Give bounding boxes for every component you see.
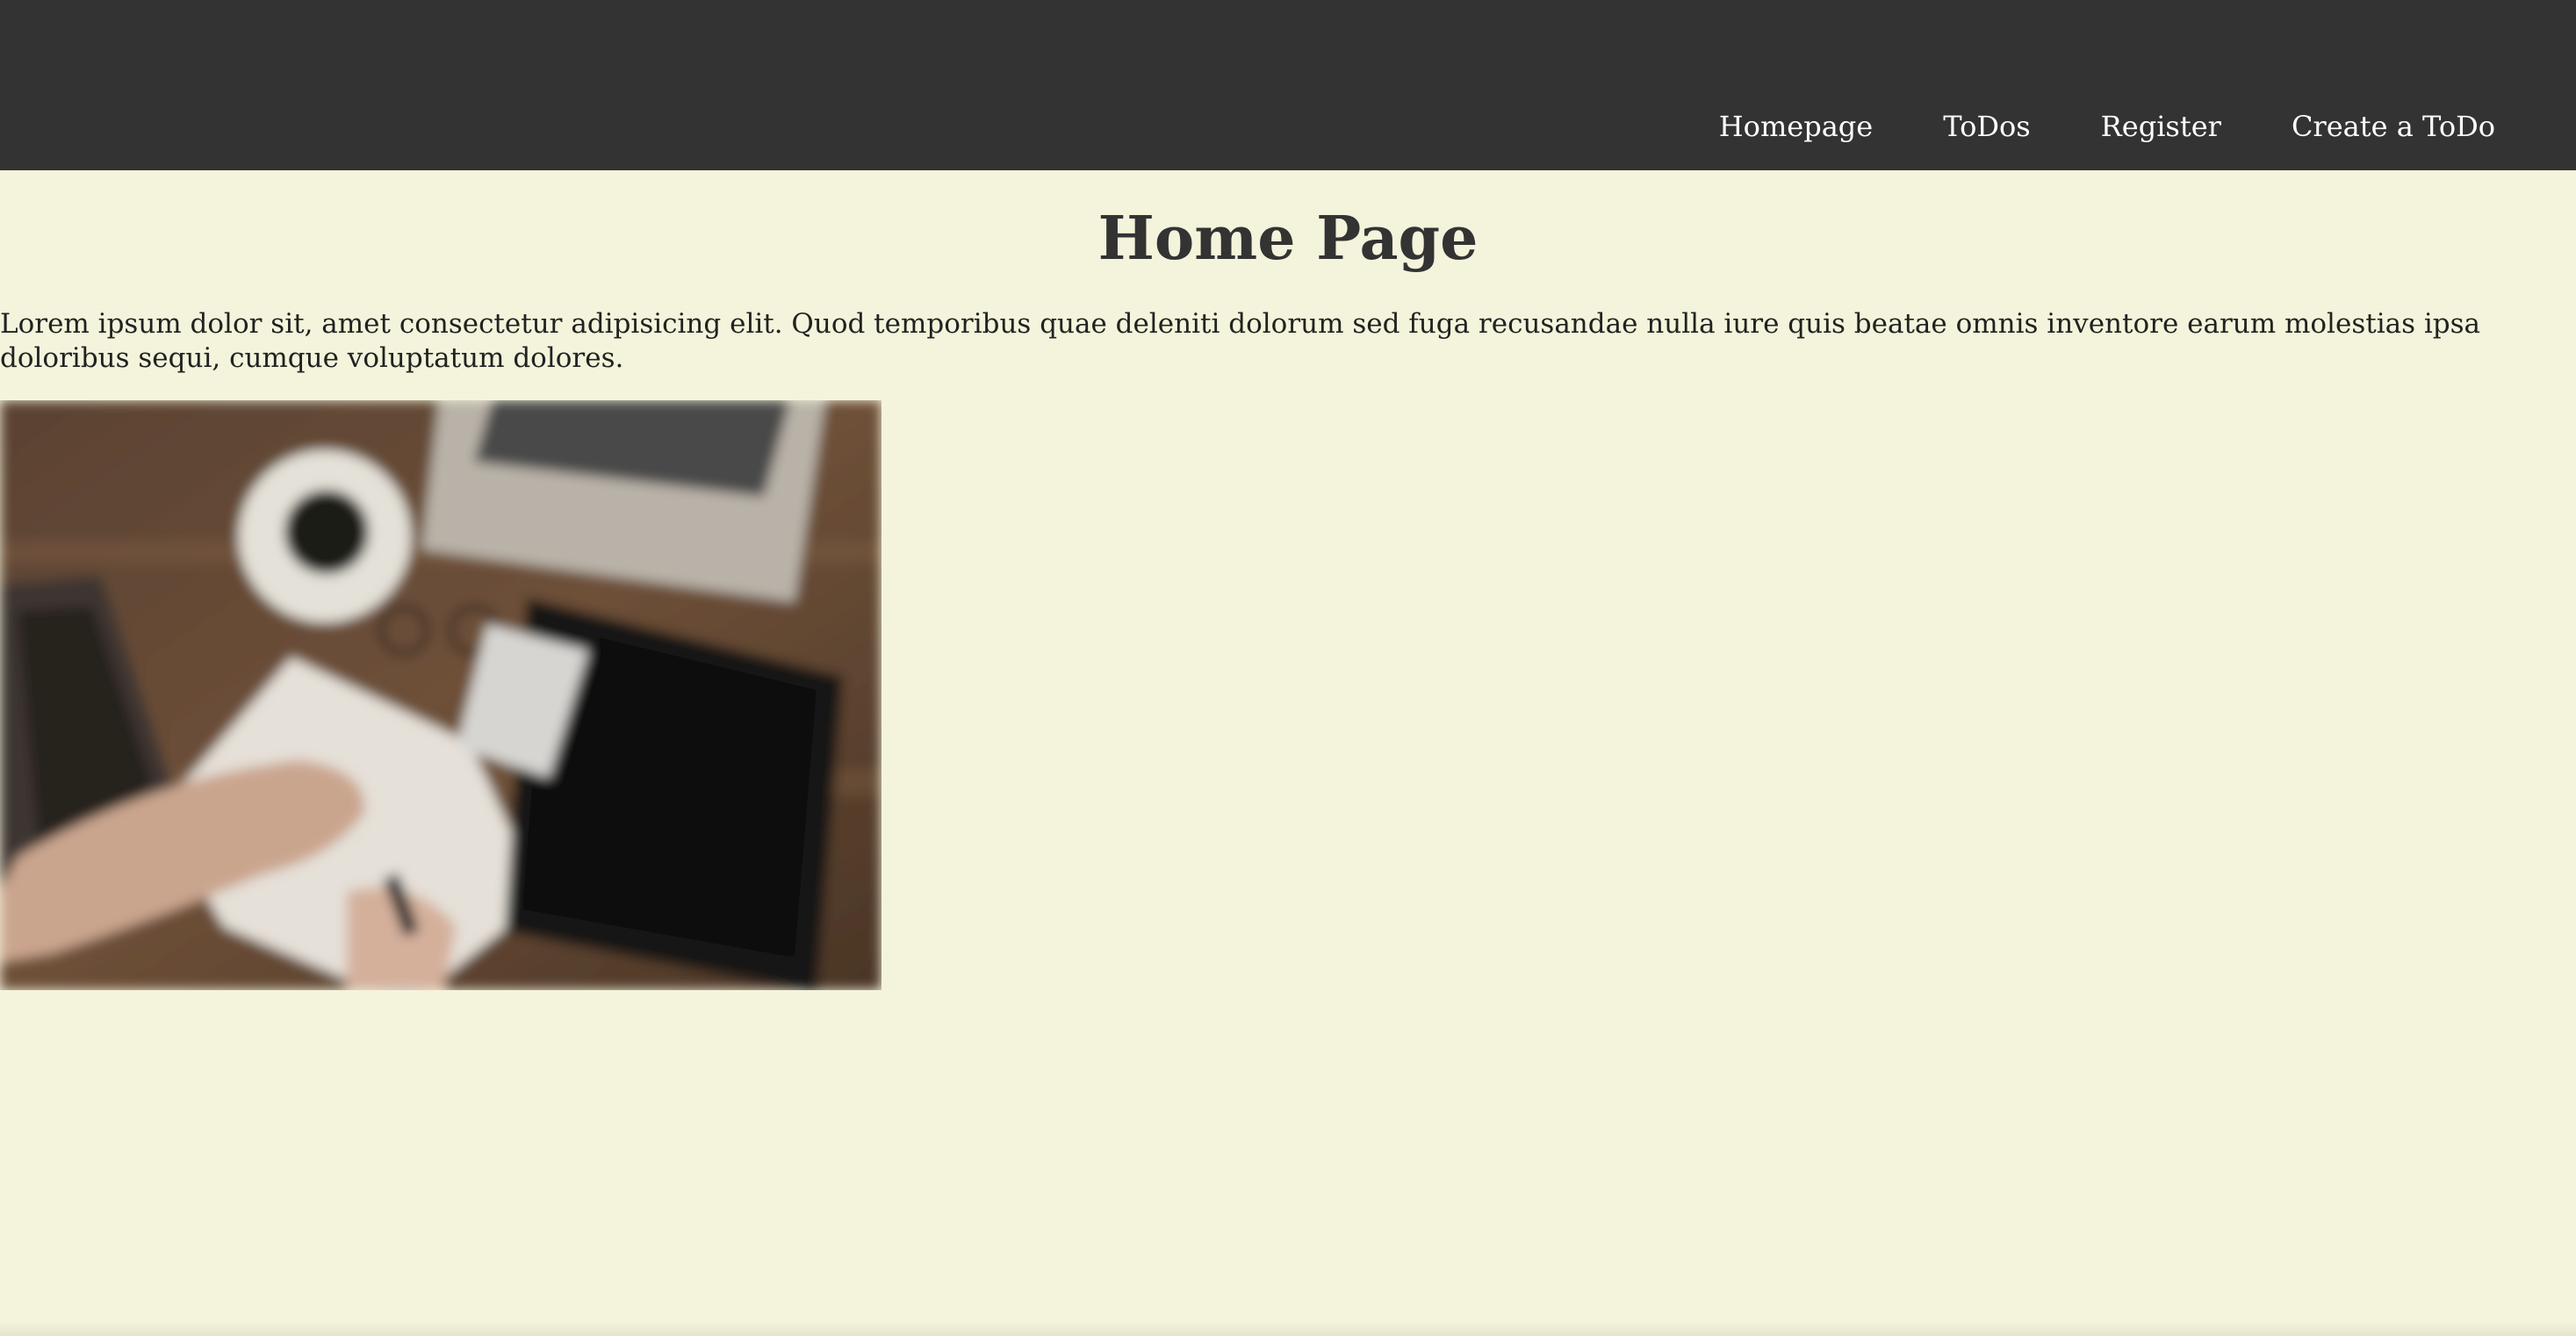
nav-menu: Homepage ToDos Register Create a ToDo: [1719, 104, 2495, 149]
page-title: Home Page: [1097, 204, 1479, 274]
nav-link-create-todo[interactable]: Create a ToDo: [2292, 110, 2495, 143]
nav-item-create-todo: Create a ToDo: [2292, 104, 2495, 149]
hero-image: [0, 400, 881, 990]
nav-link-homepage[interactable]: Homepage: [1719, 110, 1873, 143]
desk-photo-illustration: [0, 400, 881, 990]
intro-paragraph: Lorem ipsum dolor sit, amet consectetur …: [0, 308, 2480, 374]
nav-link-register[interactable]: Register: [2101, 110, 2221, 143]
nav-item-todos: ToDos: [1943, 104, 2030, 149]
nav-link-todos[interactable]: ToDos: [1943, 110, 2030, 143]
top-navbar: Homepage ToDos Register Create a ToDo: [0, 0, 2576, 170]
page-bottom-shadow: [0, 1320, 2576, 1336]
nav-item-register: Register: [2101, 104, 2221, 149]
nav-item-homepage: Homepage: [1719, 104, 1873, 149]
